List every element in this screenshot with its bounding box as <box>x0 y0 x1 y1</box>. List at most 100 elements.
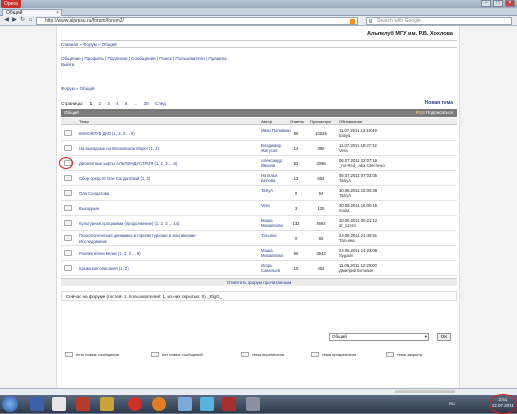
topic-updated: 30.06.2011 00:21:12 dr_ozerd <box>339 218 377 228</box>
page-link-2[interactable]: 2 <box>98 101 101 106</box>
opera-menu-button[interactable]: Opera <box>1 0 21 8</box>
minimize-button[interactable]: – <box>481 0 491 7</box>
topic-author[interactable]: Александр Иванов <box>261 158 291 168</box>
site-title: Альпклуб МГУ им. Р.В. Хохлова <box>367 31 453 37</box>
subscribe-link[interactable]: Подписаться <box>426 109 453 117</box>
topic-author[interactable]: Маша Михайлова <box>261 248 291 258</box>
page-link-1: 1 <box>89 101 93 106</box>
topic-views: 125 <box>317 206 325 211</box>
updated-by: batiya <box>339 133 351 138</box>
media-app-icon[interactable] <box>52 397 66 411</box>
topic-author[interactable]: TaSyA <box>261 188 291 193</box>
firefox-app-icon[interactable] <box>152 397 166 411</box>
next-page-link[interactable]: След. <box>155 101 167 106</box>
updated-by: TaSyA <box>339 178 352 183</box>
zoom-slider[interactable] <box>395 390 455 393</box>
breadcrumb-top[interactable]: Главная » Форум » Общий <box>61 40 457 48</box>
page-link-30[interactable]: 30 <box>144 101 149 106</box>
forum-nav-links: Общение | Профиль | Подписки | Сообщения… <box>61 56 281 68</box>
table-row: Ролики и/или велик (1, 2, 3 ... 9) Маша … <box>61 246 457 261</box>
topic-replies: 0 <box>294 191 298 196</box>
save-app-icon[interactable] <box>30 397 44 411</box>
app-icon[interactable] <box>178 397 192 411</box>
topic-link[interactable]: Культурная программа (продолжение) (1, 2… <box>79 221 179 226</box>
start-button[interactable] <box>2 396 18 412</box>
topic-link[interactable]: Выходные <box>79 206 99 211</box>
opera-app-icon[interactable] <box>128 397 142 411</box>
rss-feed-icon[interactable] <box>350 19 355 24</box>
highlight-circle <box>489 394 517 414</box>
page-link-3[interactable]: 3 <box>107 101 110 106</box>
topic-status-icon <box>64 235 72 241</box>
legend-locked: тема закрыта <box>386 352 422 358</box>
browser-window: Opera – □ × Общий × ◀ ▶ ↻ ⌂ http://www.a… <box>0 0 517 414</box>
topic-author[interactable]: Vera <box>261 203 291 208</box>
topic-updated: 05.07.2011 07:02:05 TaSyA <box>339 173 377 183</box>
topic-author[interactable]: Наталья Белова <box>261 173 291 183</box>
close-button[interactable]: × <box>505 0 515 7</box>
topic-updated: 11.05.2011 12:29:00 Дмитрий Ботавин <box>339 263 377 273</box>
topic-replies: 83 <box>293 161 299 166</box>
page-link-5[interactable]: 5 <box>125 101 128 106</box>
topic-views: 462 <box>317 266 325 271</box>
updated-by: maira <box>339 208 350 213</box>
language-indicator[interactable]: RU <box>449 401 455 406</box>
new-topic-button[interactable]: Новая тема <box>425 100 453 106</box>
topic-status-icon <box>64 175 72 181</box>
reload-icon[interactable]: ↻ <box>19 17 26 24</box>
app-icon[interactable] <box>222 397 236 411</box>
col-views: Просмотры <box>310 119 332 124</box>
col-replies: Ответы <box>290 119 304 124</box>
topic-author[interactable]: Владимир Жигусов <box>261 143 291 153</box>
title-bar: Opera – □ × <box>0 0 517 8</box>
topic-updated: 24.06.2011 14:23:08 Sygatin <box>339 248 377 258</box>
home-icon[interactable]: ⌂ <box>27 17 34 24</box>
topic-status-icon <box>64 250 72 256</box>
app-icon[interactable] <box>246 397 260 411</box>
topic-link[interactable]: Оля Солдатова <box>79 191 109 196</box>
topic-author[interactable]: Иван Полевкин <box>261 128 291 133</box>
tab-forum[interactable]: Общий × <box>2 9 62 16</box>
topic-author[interactable]: Игорь Савельев <box>261 263 291 273</box>
skype-app-icon[interactable] <box>200 397 214 411</box>
table-row: Психологическая динамика в горном туризм… <box>61 231 457 246</box>
pagination: Страницы: 1 2 3 4 5 ... 30 След. <box>61 101 172 106</box>
forward-icon[interactable]: ▶ <box>11 17 18 24</box>
topic-link[interactable]: Ролики и/или велик (1, 2, 3 ... 9) <box>79 251 140 256</box>
updated-by: _mr Red_ aka Светлеко <box>339 163 385 168</box>
address-toolbar: ◀ ▶ ↻ ⌂ http://www.alpmsu.ru/forum/forum… <box>0 16 517 26</box>
topic-views: 94 <box>318 191 324 196</box>
topic-link[interactable]: КИНОКЛУБ ДКО (1, 2, 3 ... 9) <box>79 131 135 136</box>
table-row: Оля Солдатова TaSyA 0 94 30.06.2011 16:0… <box>61 186 457 201</box>
search-input[interactable]: g Search with Google <box>366 17 512 25</box>
jump-go-button[interactable]: OK <box>437 333 451 341</box>
logout-link[interactable]: Выйти <box>61 62 281 68</box>
topic-link[interactable]: Крымские описания (1, 2) <box>79 266 129 271</box>
maximize-button[interactable]: □ <box>493 0 503 7</box>
topic-author[interactable]: Татьяна <box>261 233 291 238</box>
topic-subtitle: Исследование <box>79 239 108 244</box>
page-link-4[interactable]: 4 <box>116 101 119 106</box>
topic-author[interactable]: Маша Михайлова <box>261 218 291 228</box>
breadcrumb[interactable]: Форум » Общий <box>61 86 94 91</box>
topic-link[interactable]: Психологическая динамика в горном туризм… <box>79 233 196 238</box>
topic-status-icon <box>64 205 72 211</box>
legend-no-new: нет новых сообщений <box>151 352 203 358</box>
google-icon: g <box>369 18 373 24</box>
category-header: Общий RSS Подписаться <box>61 109 457 117</box>
files-app-icon[interactable] <box>100 397 114 411</box>
topic-link[interactable]: На выходные на Московское Море! (1, 2) <box>79 146 159 151</box>
acrobat-app-icon[interactable] <box>76 397 90 411</box>
updated-by: Sygatin <box>339 253 353 258</box>
topic-status-icon <box>64 190 72 196</box>
back-icon[interactable]: ◀ <box>3 17 10 24</box>
address-field[interactable]: http://www.alpmsu.ru/forum/forum2/ <box>36 17 358 25</box>
forum-jump-value: Общий <box>332 334 347 339</box>
col-updated: Обновление <box>339 119 363 124</box>
topic-link[interactable]: Сбор средств Оле Солдатовой (1, 2) <box>79 176 150 181</box>
forum-jump-select[interactable]: Общий ▾ <box>329 333 429 341</box>
topic-link[interactable]: Дисконтные карты АЛЬПИНДУСТРИЯ (1, 2, 3 … <box>79 161 177 166</box>
rss-link[interactable]: RSS <box>416 109 425 117</box>
topic-replies: 14 <box>293 146 299 151</box>
mark-forum-read-link[interactable]: Отметить форум прочитанным <box>61 278 457 286</box>
